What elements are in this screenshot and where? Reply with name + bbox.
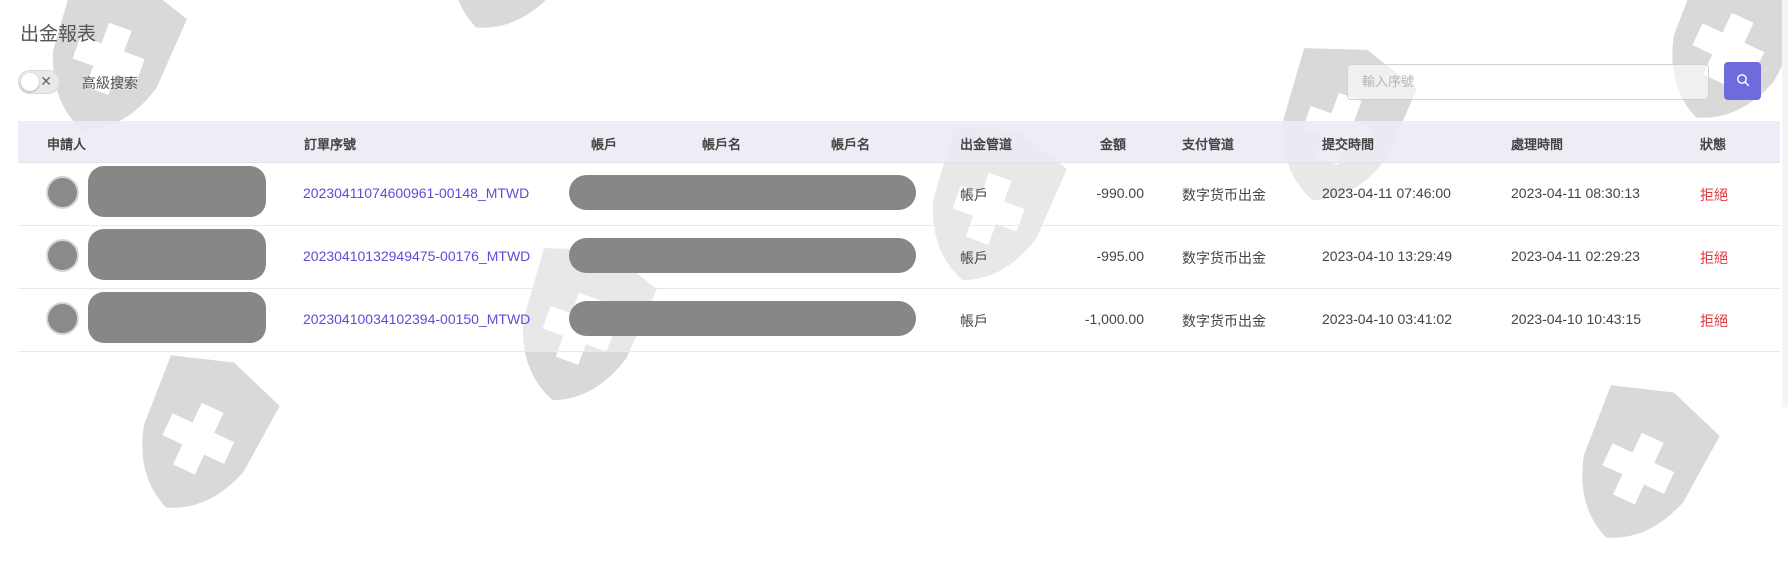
withdraw-channel: 帳戶	[960, 315, 988, 330]
table-row: 20230410034102394-00150_MTWD 帳戶 -1,000.0…	[18, 289, 1780, 352]
status-badge: 拒絕	[1700, 315, 1728, 330]
amount: -1,000.00	[1084, 311, 1144, 327]
amount: -990.00	[1096, 185, 1144, 201]
header-submit-time: 提交時間	[1322, 137, 1375, 152]
header-account: 帳戶	[591, 137, 618, 152]
table-row: 20230410132949475-00176_MTWD 帳戶 -995.00 …	[18, 226, 1780, 289]
header-process-time: 處理時間	[1511, 137, 1564, 152]
advanced-search-toggle[interactable]: ✕	[18, 70, 60, 94]
header-order-no: 訂單序號	[304, 137, 357, 152]
redacted-account-info	[569, 238, 916, 273]
table-header: 申請人 訂單序號 帳戶 帳戶名 帳戶名 出金管道 金額 支付管道 提交時間 處理…	[18, 121, 1780, 163]
redacted-applicant-name	[88, 229, 266, 280]
order-number-link[interactable]: 20230411074600961-00148_MTWD	[303, 185, 529, 201]
page-title: 出金報表	[20, 24, 97, 45]
amount: -995.00	[1096, 248, 1144, 264]
submit-time: 2023-04-11 07:46:00	[1322, 185, 1451, 201]
redacted-account-info	[569, 301, 916, 336]
avatar	[46, 176, 79, 209]
process-time: 2023-04-11 02:29:23	[1511, 248, 1640, 264]
process-time: 2023-04-10 10:43:15	[1511, 311, 1641, 327]
avatar	[46, 302, 79, 335]
header-account-name: 帳戶名	[702, 137, 742, 152]
watermark-shield-logo	[411, 0, 610, 62]
process-time: 2023-04-11 08:30:13	[1511, 185, 1640, 201]
submit-time: 2023-04-10 03:41:02	[1322, 311, 1452, 327]
withdrawal-report-table: 申請人 訂單序號 帳戶 帳戶名 帳戶名 出金管道 金額 支付管道 提交時間 處理…	[18, 121, 1780, 352]
redacted-applicant-name	[88, 292, 266, 343]
payment-channel: 数字货币出金	[1182, 252, 1266, 267]
order-number-link[interactable]: 20230410132949475-00176_MTWD	[303, 248, 530, 264]
payment-channel: 数字货币出金	[1182, 189, 1266, 204]
header-amount: 金額	[1100, 137, 1127, 152]
toggle-knob	[21, 73, 39, 91]
search-icon	[1736, 73, 1750, 90]
status-badge: 拒絕	[1700, 189, 1728, 204]
search-button[interactable]	[1724, 62, 1761, 100]
advanced-search-label: 高級搜索	[82, 77, 138, 92]
search-input[interactable]	[1347, 64, 1709, 100]
order-number-link[interactable]: 20230410034102394-00150_MTWD	[303, 311, 530, 327]
header-payment-channel: 支付管道	[1182, 137, 1235, 152]
payment-channel: 数字货币出金	[1182, 315, 1266, 330]
withdraw-channel: 帳戶	[960, 252, 988, 267]
redacted-applicant-name	[88, 166, 266, 217]
watermark-shield-logo	[1541, 358, 1740, 571]
avatar	[46, 239, 79, 272]
status-badge: 拒絕	[1700, 252, 1728, 267]
watermark-shield-logo	[101, 328, 300, 541]
redacted-account-info	[569, 175, 916, 210]
scrollbar-track[interactable]	[1782, 0, 1788, 407]
header-applicant: 申請人	[47, 137, 87, 152]
close-icon: ✕	[40, 73, 52, 89]
table-row: 20230411074600961-00148_MTWD 帳戶 -990.00 …	[18, 163, 1780, 226]
withdraw-channel: 帳戶	[960, 189, 988, 204]
submit-time: 2023-04-10 13:29:49	[1322, 248, 1452, 264]
header-account-name: 帳戶名	[831, 137, 871, 152]
header-status: 狀態	[1700, 137, 1727, 152]
header-withdraw-channel: 出金管道	[960, 137, 1013, 152]
